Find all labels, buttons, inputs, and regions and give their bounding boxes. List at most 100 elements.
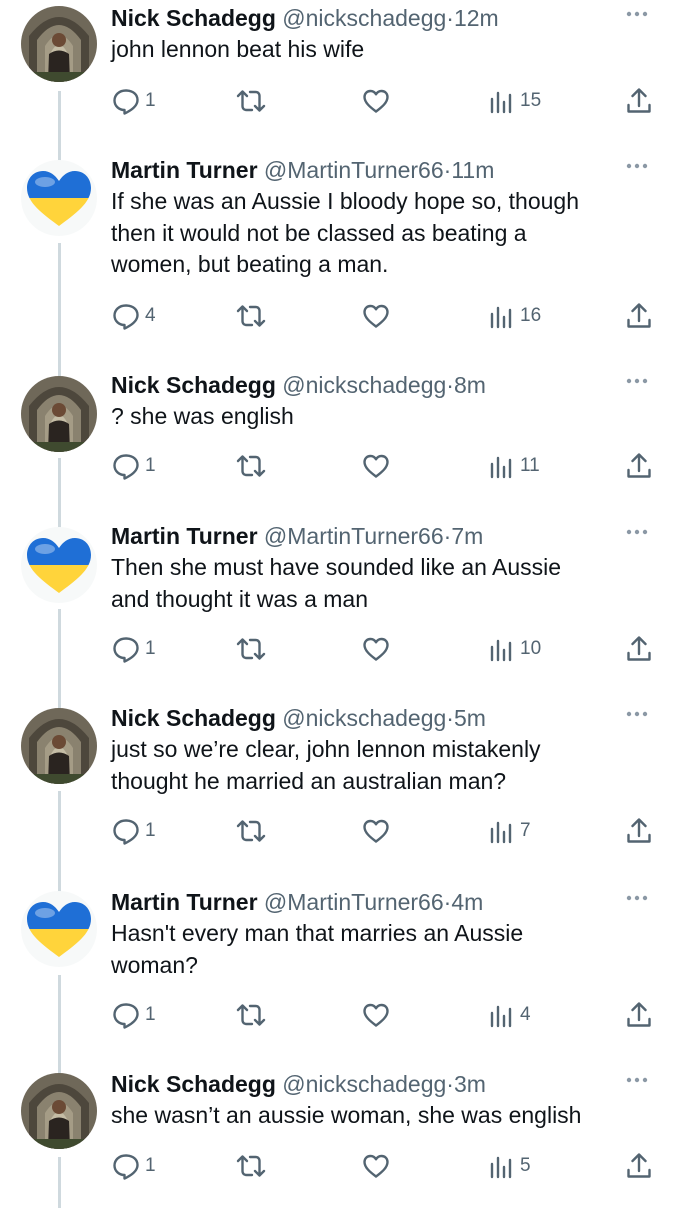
display-name[interactable]: Martin Turner [111, 523, 258, 549]
avatar[interactable] [21, 891, 97, 967]
share-button[interactable] [624, 1000, 654, 1030]
like-button[interactable] [361, 301, 391, 331]
tweet-text: just so we’re clear, john lennon mistake… [111, 734, 651, 797]
tweet-header: Nick Schadegg @nickschadegg·3m [111, 1069, 486, 1099]
views-button[interactable]: 11 [488, 451, 540, 481]
thread-connector-line [58, 609, 61, 711]
user-handle[interactable]: @nickschadegg [282, 1071, 446, 1097]
tweet-header: Martin Turner @MartinTurner66·4m [111, 887, 483, 917]
thread-connector-line [58, 1157, 61, 1208]
share-button[interactable] [624, 86, 654, 116]
user-handle[interactable]: @MartinTurner66 [264, 157, 444, 183]
timestamp[interactable]: 12m [454, 5, 499, 31]
share-button[interactable] [624, 634, 654, 664]
reply-button[interactable]: 1 [111, 451, 156, 481]
timestamp[interactable]: 11m [451, 157, 494, 183]
more-icon[interactable] [622, 523, 652, 541]
retweet-icon [236, 820, 266, 842]
tweet-text-line: women, but beating a man. [111, 251, 389, 277]
user-handle[interactable]: @nickschadegg [282, 5, 446, 31]
like-icon [363, 304, 389, 328]
reply-button[interactable]: 1 [111, 816, 156, 846]
separator-dot: · [446, 372, 454, 398]
reply-button[interactable]: 4 [111, 301, 156, 331]
retweet-button[interactable] [234, 1000, 268, 1030]
avatar[interactable] [21, 6, 97, 82]
share-button[interactable] [624, 451, 654, 481]
views-icon [490, 456, 512, 479]
reply-button[interactable]: 1 [111, 1151, 156, 1181]
views-button[interactable]: 16 [488, 301, 541, 331]
views-button[interactable]: 10 [488, 634, 541, 664]
share-button[interactable] [624, 301, 654, 331]
like-button[interactable] [361, 1000, 391, 1030]
ukraine-heart-avatar [21, 527, 97, 603]
reply-count: 1 [145, 638, 156, 659]
action-bar: 1 10 [111, 634, 656, 664]
retweet-icon [236, 305, 266, 327]
like-button[interactable] [361, 451, 391, 481]
more-icon[interactable] [622, 705, 652, 723]
more-icon[interactable] [622, 5, 652, 23]
like-icon [363, 89, 389, 113]
like-button[interactable] [361, 86, 391, 116]
timestamp[interactable]: 3m [454, 1071, 486, 1097]
timestamp[interactable]: 8m [454, 372, 486, 398]
reply-button[interactable]: 1 [111, 86, 156, 116]
like-button[interactable] [361, 1151, 391, 1181]
person-photo-avatar [21, 708, 97, 784]
user-handle[interactable]: @MartinTurner66 [264, 889, 444, 915]
user-handle[interactable]: @nickschadegg [282, 705, 446, 731]
avatar[interactable] [21, 160, 97, 236]
share-button[interactable] [624, 816, 654, 846]
timestamp[interactable]: 7m [451, 523, 483, 549]
retweet-button[interactable] [234, 1151, 268, 1181]
separator-dot: · [446, 705, 454, 731]
share-button[interactable] [624, 1151, 654, 1181]
views-button[interactable]: 15 [488, 86, 541, 116]
avatar[interactable] [21, 708, 97, 784]
retweet-button[interactable] [234, 86, 268, 116]
more-icon[interactable] [622, 1071, 652, 1089]
retweet-button[interactable] [234, 451, 268, 481]
user-handle[interactable]: @MartinTurner66 [264, 523, 444, 549]
tweet-text: ? she was english [111, 401, 651, 433]
views-count: 5 [520, 1155, 531, 1176]
timestamp[interactable]: 5m [454, 705, 486, 731]
retweet-button[interactable] [234, 301, 268, 331]
views-button[interactable]: 7 [488, 816, 531, 846]
display-name[interactable]: Nick Schadegg [111, 705, 276, 731]
tweet-text-line: woman? [111, 951, 198, 978]
tweet-text-line: Then she must have sounded like an Aussi… [111, 554, 562, 580]
views-button[interactable]: 4 [488, 1000, 531, 1030]
avatar[interactable] [21, 1073, 97, 1149]
views-button[interactable]: 5 [488, 1151, 531, 1181]
views-count: 15 [520, 90, 542, 111]
views-count: 16 [520, 305, 542, 326]
action-bar: 1 7 [111, 816, 656, 846]
user-handle[interactable]: @nickschadegg [282, 372, 446, 398]
reply-icon [113, 89, 139, 115]
retweet-button[interactable] [234, 634, 268, 664]
reply-button[interactable]: 1 [111, 1000, 156, 1030]
display-name[interactable]: Nick Schadegg [111, 372, 276, 398]
retweet-button[interactable] [234, 816, 268, 846]
more-icon[interactable] [622, 372, 652, 390]
tweet-text-line: Hasn't every man that marries an Aussie [111, 920, 524, 946]
reply-button[interactable]: 1 [111, 634, 156, 664]
more-icon[interactable] [622, 889, 652, 907]
timestamp[interactable]: 4m [451, 889, 483, 915]
reply-count: 1 [145, 455, 156, 476]
views-count: 7 [520, 820, 531, 841]
display-name[interactable]: Nick Schadegg [111, 1071, 276, 1097]
display-name[interactable]: Martin Turner [111, 889, 258, 915]
avatar[interactable] [21, 527, 97, 603]
like-button[interactable] [361, 816, 391, 846]
display-name[interactable]: Martin Turner [111, 157, 258, 183]
views-count: 10 [520, 638, 542, 659]
avatar[interactable] [21, 376, 97, 452]
more-icon[interactable] [622, 157, 652, 175]
thread-connector-line [58, 791, 61, 895]
like-button[interactable] [361, 634, 391, 664]
display-name[interactable]: Nick Schadegg [111, 5, 276, 31]
